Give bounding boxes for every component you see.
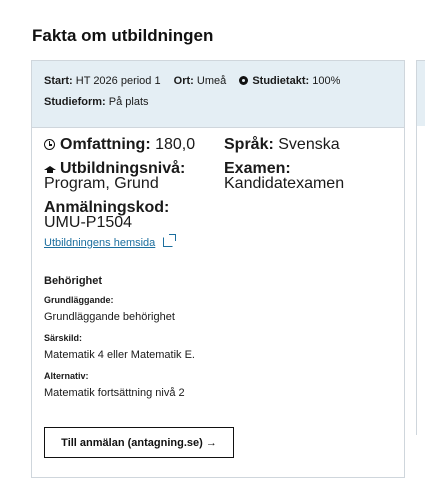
- start-label: Start:: [44, 75, 73, 87]
- omfattning-label: Omfattning:: [60, 136, 151, 153]
- adjacent-card-header-edge: [417, 61, 425, 126]
- clock-icon: [44, 139, 55, 150]
- program-homepage-link-text[interactable]: Utbildningens hemsida: [44, 237, 155, 249]
- eligibility-alternative-value: Matematik fortsättning nivå 2: [44, 387, 185, 399]
- eligibility-specific-value: Matematik 4 eller Matematik E.: [44, 349, 195, 361]
- graduation-cap-icon: [44, 166, 56, 174]
- studieform-label: Studieform:: [44, 96, 106, 108]
- section-title: Fakta om utbildningen: [32, 26, 214, 45]
- facts-right-column: Språk: Svenska Examen: Kandidatexamen: [224, 137, 394, 200]
- anmalningskod-value: UMU-P1504: [44, 214, 133, 231]
- start-value: HT 2026 period 1: [75, 75, 161, 87]
- apply-button[interactable]: Till anmälan (antagning.se) →: [44, 427, 234, 458]
- summary-line-1: Start: HT 2026 period 1 Ort: Umeå Studie…: [44, 71, 392, 92]
- facts-left-column: Omfattning: 180,0 Utbildningsnivå: Progr…: [44, 137, 214, 239]
- omfattning-row: Omfattning: 180,0: [44, 136, 214, 153]
- utbildningsniva-value: Program, Grund: [44, 175, 159, 192]
- studietakt-value: 100%: [312, 75, 341, 87]
- anmalningskod-row: Anmälningskod: UMU-P1504: [44, 200, 214, 231]
- sprak-value: Svenska: [278, 136, 340, 153]
- studietakt-label: Studietakt:: [252, 75, 310, 87]
- ort-label: Ort:: [173, 75, 194, 87]
- summary-panel: Start: HT 2026 period 1 Ort: Umeå Studie…: [32, 61, 404, 128]
- eligibility-basic-label: Grundläggande:: [44, 295, 114, 305]
- sprak-label: Språk:: [224, 136, 274, 153]
- eligibility-alternative-label: Alternativ:: [44, 371, 89, 381]
- program-facts-card: Start: HT 2026 period 1 Ort: Umeå Studie…: [31, 60, 405, 478]
- examen-row: Examen: Kandidatexamen: [224, 161, 394, 192]
- pace-icon: [239, 76, 249, 85]
- omfattning-value: 180,0: [155, 136, 196, 153]
- ort-value: Umeå: [196, 75, 227, 87]
- examen-value: Kandidatexamen: [224, 175, 345, 192]
- studieform-value: På plats: [108, 96, 149, 108]
- summary-line-2: Studieform: På plats: [44, 92, 392, 113]
- sprak-row: Språk: Svenska: [224, 136, 394, 153]
- eligibility-section: Behörighet Grundläggande: Grundläggande …: [44, 275, 384, 399]
- external-link-icon[interactable]: [163, 234, 177, 247]
- utbildningsniva-row: Utbildningsnivå: Program, Grund: [44, 161, 214, 192]
- eligibility-basic-value: Grundläggande behörighet: [44, 311, 175, 323]
- eligibility-specific-label: Särskild:: [44, 333, 83, 343]
- eligibility-title: Behörighet: [44, 275, 103, 287]
- program-homepage-link[interactable]: Utbildningens hemsida: [44, 234, 177, 249]
